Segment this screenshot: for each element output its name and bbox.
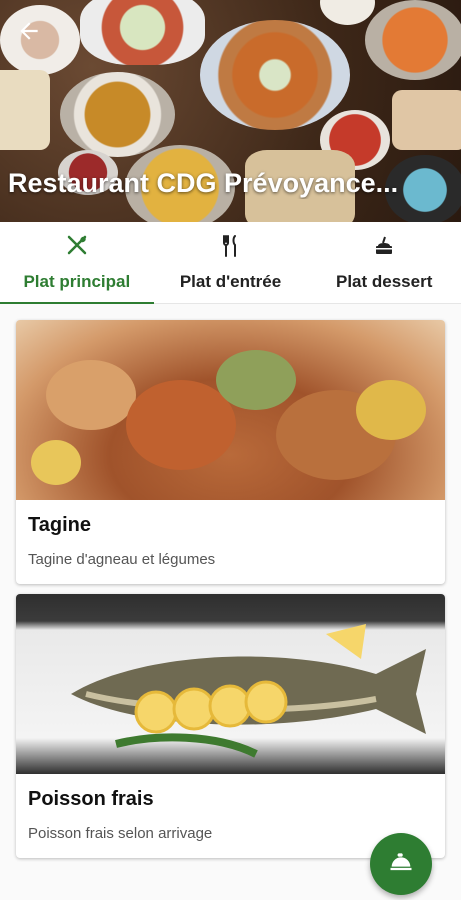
tab-plat-principal[interactable]: Plat principal (0, 222, 154, 304)
fork-spoon-icon (63, 232, 91, 260)
fork-knife-icon (217, 232, 245, 260)
dish-name: Poisson frais (28, 788, 154, 810)
arrow-left-icon (16, 18, 42, 49)
dish-list: Tagine Tagine d'agneau et légumes Poisso… (0, 304, 461, 858)
cloche-icon (387, 848, 415, 881)
dish-name: Tagine (28, 514, 91, 536)
food-blob (31, 440, 81, 485)
dish-description: Tagine d'agneau et légumes (28, 551, 216, 568)
tab-label: Plat principal (23, 272, 131, 291)
food-blob (46, 360, 136, 430)
food-photo-bread (0, 70, 50, 150)
dish-card-tagine[interactable]: Tagine Tagine d'agneau et légumes (16, 320, 445, 584)
dessert-icon (370, 232, 398, 260)
tab-plat-dessert[interactable]: Plat dessert (307, 222, 461, 303)
dish-photo (16, 594, 445, 774)
food-photo-pasta (365, 0, 461, 80)
fish-illustration (71, 624, 426, 758)
food-photo-platter (200, 20, 350, 130)
dish-photo (16, 320, 445, 500)
food-blob (216, 350, 296, 410)
tab-label: Plat dessert (335, 272, 433, 291)
back-button[interactable] (10, 14, 48, 52)
restaurant-title: Restaurant CDG Prévoyance... (8, 168, 399, 198)
category-tabs: Plat principal Plat d'entrée Plat desser… (0, 222, 461, 304)
header-banner: Restaurant CDG Prévoyance... (0, 0, 461, 222)
food-photo-salad (80, 0, 205, 65)
food-photo-meat (392, 90, 461, 150)
tab-label: Plat d'entrée (179, 272, 282, 291)
dish-card-poisson[interactable]: Poisson frais Poisson frais selon arriva… (16, 594, 445, 858)
food-photo-bowl (320, 0, 375, 25)
order-fab-button[interactable] (370, 833, 432, 895)
app: Restaurant CDG Prévoyance... Plat princi… (0, 0, 461, 900)
food-photo-soup (60, 72, 175, 157)
tab-plat-entree[interactable]: Plat d'entrée (154, 222, 308, 303)
food-blob (356, 380, 426, 440)
dish-description: Poisson frais selon arrivage (28, 825, 213, 842)
